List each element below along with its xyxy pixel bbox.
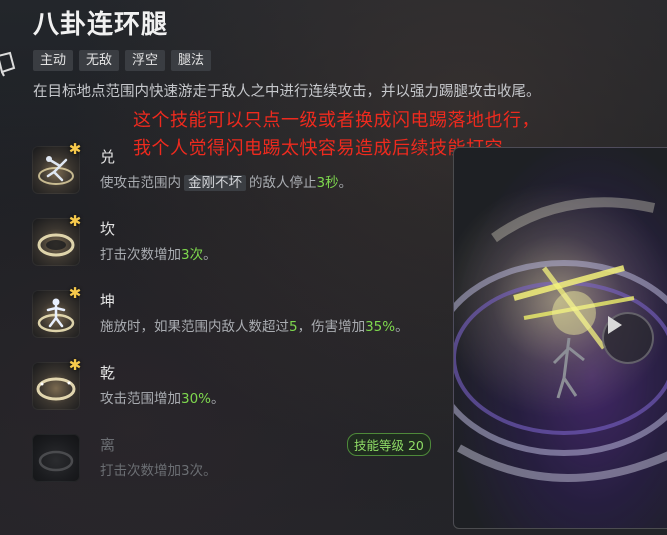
upgrade-name: 离 <box>100 436 116 454</box>
annotation-line-1: 这个技能可以只点一级或者换成闪电踢落地也行， <box>133 110 540 131</box>
upgrade-name: 坎 <box>100 220 116 238</box>
scroll-icon <box>0 51 16 77</box>
skill-tags: 主动 无敌 浮空 腿法 <box>33 50 212 71</box>
play-button[interactable] <box>602 312 654 364</box>
selected-star-icon: ✱ <box>68 140 82 158</box>
upgrade-name: 兑 <box>100 148 116 166</box>
tag-invincible: 无敌 <box>79 50 120 71</box>
ring-icon <box>32 434 80 482</box>
upgrade-item-kun[interactable]: ✱ 坤 施放时，如果范围内敌人数超过5，伤害增加35%。 <box>32 286 432 342</box>
upgrade-name: 乾 <box>100 364 116 382</box>
skill-description: 在目标地点范围内快速游走于敌人之中进行连续攻击，并以强力踢腿攻击收尾。 <box>33 84 541 100</box>
upgrade-item-kan[interactable]: ✱ 坎 打击次数增加3次。 <box>32 214 432 270</box>
tag-kick: 腿法 <box>171 50 212 71</box>
upgrade-effect: 施放时，如果范围内敌人数超过5，伤害增加35%。 <box>100 319 409 335</box>
keyword-chip: 金刚不坏 <box>184 175 246 191</box>
selected-star-icon: ✱ <box>68 284 82 302</box>
upgrade-item-qian[interactable]: ✱ 乾 攻击范围增加30%。 <box>32 358 432 414</box>
skill-title: 八卦连环腿 <box>33 10 169 40</box>
tag-active: 主动 <box>33 50 74 71</box>
level-requirement-badge: 技能等级 20 <box>347 433 431 456</box>
skill-panel: 八卦连环腿 主动 无敌 浮空 腿法 在目标地点范围内快速游走于敌人之中进行连续攻… <box>0 0 667 535</box>
upgrade-name: 坤 <box>100 292 116 310</box>
selected-star-icon: ✱ <box>68 356 82 374</box>
skill-video-preview[interactable] <box>453 147 667 529</box>
upgrade-effect: 打击次数增加3次。 <box>100 463 217 479</box>
play-icon <box>608 316 622 334</box>
upgrade-effect: 攻击范围增加30%。 <box>100 391 225 407</box>
upgrade-item-dui[interactable]: ✱ 兑 使攻击范围内 金刚不坏 的敌人停止3秒。 <box>32 142 432 198</box>
upgrade-effect: 打击次数增加3次。 <box>100 247 217 263</box>
selected-star-icon: ✱ <box>68 212 82 230</box>
tag-airborne: 浮空 <box>125 50 166 71</box>
upgrade-effect: 使攻击范围内 金刚不坏 的敌人停止3秒。 <box>100 175 353 191</box>
